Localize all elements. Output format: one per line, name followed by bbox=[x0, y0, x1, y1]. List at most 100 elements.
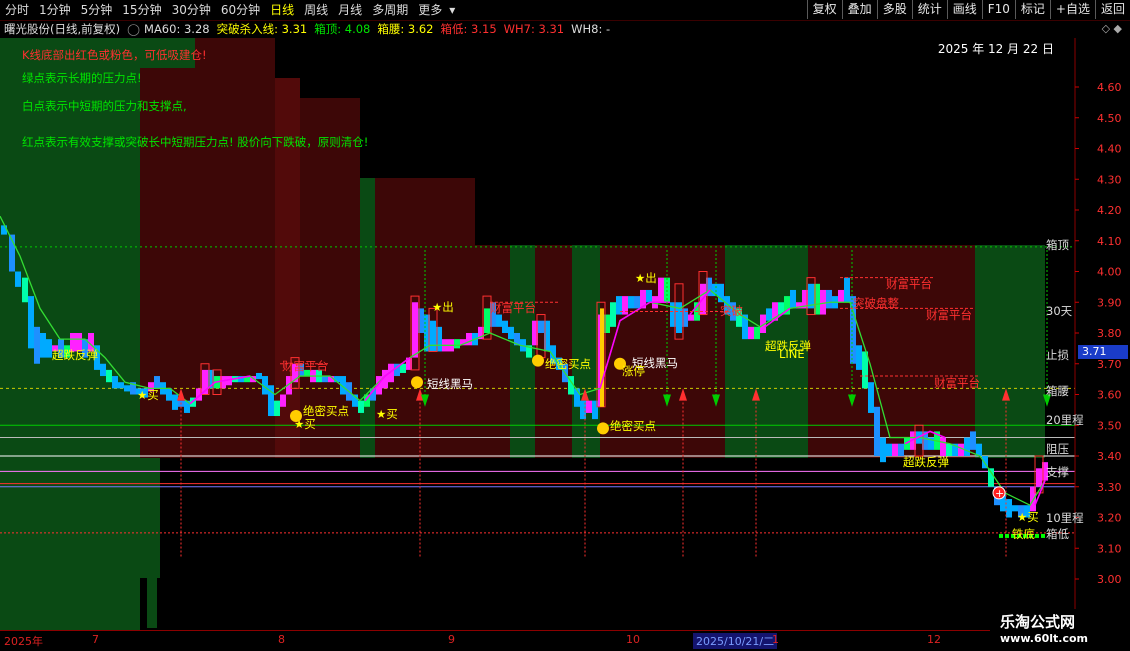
candle bbox=[40, 333, 46, 358]
candle bbox=[880, 437, 886, 463]
signal-bottom: 铁底 bbox=[1012, 527, 1035, 541]
bottom-dot-1 bbox=[1005, 533, 1009, 538]
label-box-waist: 箱腰 bbox=[1046, 384, 1069, 398]
candle bbox=[586, 400, 592, 413]
period-toolbar: 分时 1分钟 5分钟 15分钟 30分钟 60分钟 日线 周线 月线 多周期 更多 ▾ 复权 叠加 多股统… bbox=[0, 0, 1130, 21]
toolbar-button-3[interactable]: 统计 bbox=[911, 0, 947, 19]
watermark-title: 乐淘公式网 bbox=[1000, 613, 1076, 631]
candle bbox=[964, 437, 970, 456]
candle bbox=[166, 388, 172, 401]
period-tab-4[interactable]: 30分钟 bbox=[167, 0, 216, 20]
candle bbox=[688, 314, 694, 321]
candle bbox=[322, 376, 328, 383]
window-controls[interactable]: ◇ ◆ bbox=[1102, 22, 1122, 35]
candle bbox=[904, 437, 910, 450]
period-tab-3[interactable]: 15分钟 bbox=[117, 0, 166, 20]
bg-zone-9 bbox=[475, 245, 510, 458]
toggle-circle-icon[interactable]: ◯ bbox=[127, 22, 140, 36]
candle bbox=[790, 289, 796, 309]
more-dropdown-icon[interactable]: ▾ bbox=[447, 0, 457, 20]
candle bbox=[454, 339, 460, 349]
box-waist-value: 箱腰: 3.62 bbox=[377, 22, 434, 36]
candle bbox=[34, 326, 40, 364]
period-tab-9[interactable]: 多周期 bbox=[367, 0, 413, 20]
x-label-10: 10 bbox=[626, 633, 640, 646]
period-tab-10[interactable]: 更多 bbox=[413, 0, 447, 20]
period-tab-5[interactable]: 60分钟 bbox=[216, 0, 265, 20]
last-price-tag: 3.71 bbox=[1078, 345, 1128, 359]
candle bbox=[1, 225, 7, 235]
date-label: 2025 年 12 月 22 日 bbox=[937, 42, 1054, 56]
candle bbox=[958, 443, 964, 456]
candle bbox=[634, 296, 640, 309]
candle bbox=[412, 302, 418, 358]
signal-wealth-2: 财富平台 bbox=[490, 301, 536, 315]
box-low-value: 箱低: 3.15 bbox=[440, 22, 497, 36]
smiley-icon-1 bbox=[532, 354, 544, 367]
signal-secret-2: 绝密买点 bbox=[545, 357, 591, 371]
toolbar-button-7[interactable]: +自选 bbox=[1049, 0, 1095, 19]
signal-breakthrough: 突破 bbox=[720, 304, 743, 318]
candle bbox=[646, 289, 652, 303]
signal-wealth-3: 财富平台 bbox=[886, 277, 932, 291]
label-stop-loss: 止损 bbox=[1046, 348, 1069, 362]
bg-zone-18 bbox=[975, 245, 1045, 458]
toolbar-button-0[interactable]: 复权 bbox=[806, 0, 842, 19]
y-tick-label-9: 3.70 bbox=[1097, 358, 1122, 371]
candle bbox=[430, 320, 436, 352]
x-label-year: 2025年 bbox=[4, 635, 43, 648]
signal-out-1: ★出 bbox=[432, 300, 454, 314]
signal-wealth-4: 财富平台 bbox=[926, 308, 972, 322]
ma60-value: MA60: 3.28 bbox=[144, 22, 210, 36]
indicator-info-bar: 曙光股份(日线,前复权) ◯ MA60: 3.28 突破杀入线: 3.31 箱顶… bbox=[0, 20, 1130, 38]
y-tick-label-3: 4.30 bbox=[1097, 173, 1122, 186]
candle bbox=[172, 394, 178, 410]
period-tabs: 分时 1分钟 5分钟 15分钟 30分钟 60分钟 日线 周线 月线 多周期 更多 ▾ bbox=[0, 0, 457, 20]
y-tick-label-13: 3.30 bbox=[1097, 481, 1122, 494]
signal-rebound-1: 超跌反弹 bbox=[52, 348, 98, 362]
candle bbox=[748, 326, 754, 340]
toolbar-button-4[interactable]: 画线 bbox=[946, 0, 982, 19]
period-tab-6[interactable]: 日线 bbox=[265, 0, 299, 20]
candle bbox=[28, 296, 34, 349]
y-tick-label-5: 4.10 bbox=[1097, 235, 1122, 248]
candle bbox=[1006, 499, 1012, 518]
label-10li: 10里程 bbox=[1046, 511, 1084, 525]
toolbar-button-8[interactable]: 返回 bbox=[1094, 0, 1130, 19]
x-label-12: 12 bbox=[927, 633, 941, 646]
candle bbox=[466, 333, 472, 346]
note-red-k: K线底部出红色或粉色，可低吸建仓! bbox=[22, 48, 207, 62]
candle bbox=[892, 443, 898, 456]
bottom-dot-6 bbox=[1035, 533, 1039, 538]
toolbar-button-1[interactable]: 叠加 bbox=[841, 0, 877, 19]
toolbar-right-buttons: 复权 叠加 多股 统计 画线 F10 标记 +自选 返回 bbox=[806, 0, 1130, 20]
kline-chart[interactable]: 4.60 4.50 4.40 4.30 4.20 4.10 4.00 3.90 3.80 3.70… bbox=[0, 38, 1130, 630]
toolbar-button-5[interactable]: F10 bbox=[981, 0, 1015, 19]
x-label-8: 8 bbox=[278, 633, 285, 646]
period-tab-8[interactable]: 月线 bbox=[333, 0, 367, 20]
stock-name: 曙光股份(日线,前复权) bbox=[4, 22, 121, 36]
signal-secret-3: 绝密买点 bbox=[610, 419, 656, 433]
y-tick-label-14: 3.20 bbox=[1097, 512, 1122, 525]
candle bbox=[868, 382, 874, 413]
period-tab-7[interactable]: 周线 bbox=[299, 0, 333, 20]
signal-rebound-3: 超跌反弹 bbox=[903, 455, 949, 469]
bottom-dot-0 bbox=[999, 533, 1003, 538]
period-tab-0[interactable]: 分时 bbox=[0, 0, 34, 20]
y-tick-label-15: 3.10 bbox=[1097, 542, 1122, 555]
smiley-icon-2 bbox=[597, 422, 609, 435]
y-tick-label-0: 4.60 bbox=[1097, 81, 1122, 94]
candle bbox=[358, 400, 364, 413]
box-top-value: 箱顶: 4.08 bbox=[314, 22, 371, 36]
candle bbox=[610, 302, 616, 327]
period-tab-1[interactable]: 1分钟 bbox=[34, 0, 76, 20]
y-tick-label-12: 3.40 bbox=[1097, 450, 1122, 463]
toolbar-button-6[interactable]: 标记 bbox=[1014, 0, 1050, 19]
alert-cross-glyph: + bbox=[995, 487, 1004, 500]
toolbar-button-2[interactable]: 多股 bbox=[876, 0, 912, 19]
x-axis: 2025年 7 8 9 10 2025/10/21/二 1 12 bbox=[0, 630, 1130, 651]
candle bbox=[22, 277, 28, 303]
period-tab-2[interactable]: 5分钟 bbox=[76, 0, 118, 20]
x-label-7: 7 bbox=[92, 633, 99, 646]
x-label-11: 1 bbox=[772, 633, 779, 646]
